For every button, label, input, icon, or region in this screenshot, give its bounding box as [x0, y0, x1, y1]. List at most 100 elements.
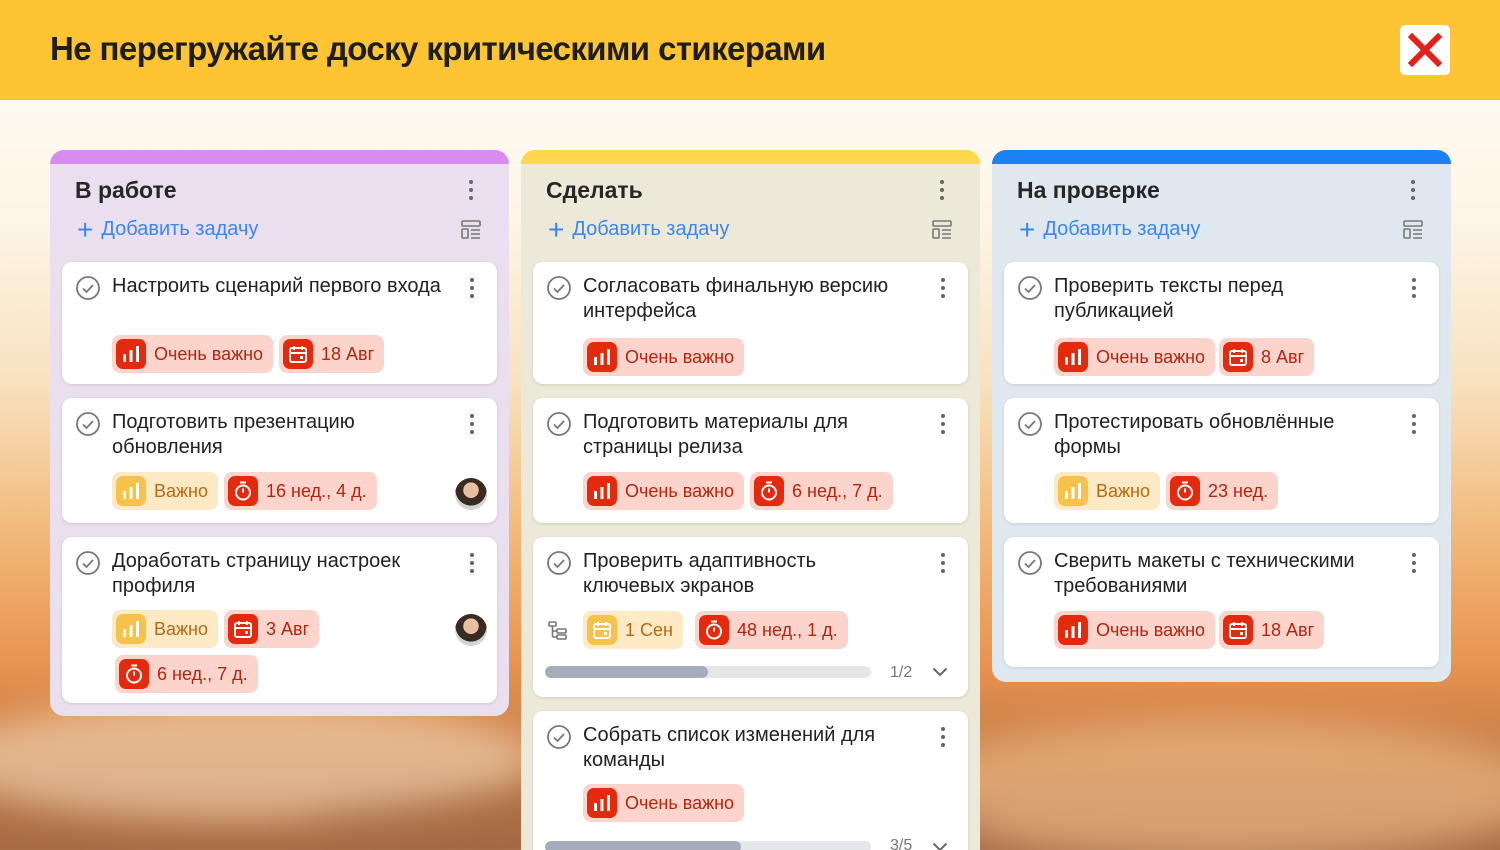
check-circle-icon[interactable]: [546, 724, 572, 750]
priority-bars-icon: [1058, 615, 1088, 645]
subtasks-icon[interactable]: [548, 621, 568, 641]
priority-bars-icon: [587, 788, 617, 818]
plus-icon: +: [1019, 213, 1036, 245]
card-more-icon[interactable]: [467, 414, 477, 436]
check-circle-icon[interactable]: [546, 275, 572, 301]
card-more-icon[interactable]: [938, 553, 948, 575]
add-task-button[interactable]: + Добавить задачу: [1019, 213, 1200, 245]
task-title: Подготовить материалы для страницы релиз…: [583, 411, 848, 458]
date-tag[interactable]: 8 Авг: [1219, 338, 1315, 376]
priority-tag[interactable]: Важно: [112, 472, 219, 510]
card-more-icon[interactable]: [938, 414, 948, 436]
calendar-icon: [1223, 342, 1253, 372]
task-card[interactable]: Проверить тексты перед публикацией Очень…: [1004, 262, 1439, 384]
priority-tag[interactable]: Очень важно: [583, 338, 745, 376]
view-settings-icon[interactable]: [1403, 220, 1423, 240]
priority-tag[interactable]: Важно: [112, 610, 219, 648]
column-title: На проверке: [1017, 177, 1160, 203]
priority-tag[interactable]: Важно: [1054, 472, 1161, 510]
priority-bars-icon: [116, 614, 146, 644]
column-accent-bar: [50, 150, 509, 164]
column-more-icon[interactable]: [466, 180, 476, 202]
task-card[interactable]: Собрать список изменений для команды Оче…: [533, 711, 968, 850]
check-circle-icon[interactable]: [1017, 275, 1043, 301]
timer-tag[interactable]: 23 нед.: [1166, 472, 1279, 510]
check-circle-icon[interactable]: [1017, 550, 1043, 576]
subtask-progress-fill: [545, 666, 708, 678]
stopwatch-icon: [119, 659, 149, 689]
close-button[interactable]: [1400, 25, 1450, 75]
check-circle-icon[interactable]: [75, 550, 101, 576]
stopwatch-icon: [699, 615, 729, 645]
priority-bars-icon: [587, 476, 617, 506]
task-card[interactable]: Сверить макеты с техническими требования…: [1004, 537, 1439, 667]
stopwatch-icon: [1170, 476, 1200, 506]
subtask-progress-bar: [545, 841, 871, 850]
calendar-icon: [587, 615, 617, 645]
timer-tag[interactable]: 6 нед., 7 д.: [750, 472, 893, 510]
stopwatch-icon: [754, 476, 784, 506]
column-title: В работе: [75, 177, 177, 203]
column-more-icon[interactable]: [937, 180, 947, 202]
calendar-icon: [283, 339, 313, 369]
card-more-icon[interactable]: [1409, 278, 1419, 300]
task-title: Подготовить презентацию обновления: [112, 411, 355, 458]
card-more-icon[interactable]: [1409, 414, 1419, 436]
timer-tag[interactable]: 6 нед., 7 д.: [115, 655, 258, 693]
task-title: Проверить тексты перед публикацией: [1054, 275, 1284, 322]
priority-bars-icon: [1058, 342, 1088, 372]
task-card[interactable]: Доработать страницу настроек профиля Важ…: [62, 537, 497, 703]
task-title: Настроить сценарий первого входа: [112, 275, 441, 297]
column-accent-bar: [521, 150, 980, 164]
column-accent-bar: [992, 150, 1451, 164]
priority-tag[interactable]: Очень важно: [112, 335, 274, 373]
chevron-down-icon[interactable]: [932, 842, 948, 850]
priority-tag[interactable]: Очень важно: [1054, 338, 1216, 376]
assignee-avatar[interactable]: [455, 614, 487, 646]
task-card[interactable]: Согласовать финальную версию интерфейса …: [533, 262, 968, 384]
column-todo: Сделать + Добавить задачу Согласовать фин…: [521, 150, 980, 850]
card-more-icon[interactable]: [1409, 553, 1419, 575]
header-bar: Не перегружайте доску критическими стике…: [0, 0, 1500, 100]
task-card[interactable]: Подготовить презентацию обновления Важно…: [62, 398, 497, 523]
timer-tag[interactable]: 48 нед., 1 д.: [695, 611, 848, 649]
timer-tag[interactable]: 16 нед., 4 д.: [224, 472, 377, 510]
card-more-icon[interactable]: [467, 553, 477, 575]
task-card[interactable]: Протестировать обновлённые формы Важно 2…: [1004, 398, 1439, 523]
view-settings-icon[interactable]: [932, 220, 952, 240]
page-title: Не перегружайте доску критическими стике…: [50, 30, 826, 67]
add-task-button[interactable]: + Добавить задачу: [548, 215, 729, 243]
subtask-progress-bar: [545, 666, 871, 678]
check-circle-icon[interactable]: [546, 550, 572, 576]
task-title: Протестировать обновлённые формы: [1054, 411, 1335, 458]
priority-tag[interactable]: Очень важно: [1054, 611, 1216, 649]
chevron-down-icon[interactable]: [932, 667, 948, 677]
calendar-icon: [1223, 615, 1253, 645]
date-tag[interactable]: 1 Сен: [583, 611, 683, 649]
date-tag[interactable]: 18 Авг: [279, 335, 385, 373]
card-more-icon[interactable]: [938, 727, 948, 749]
subtask-counter: 3/5: [890, 837, 913, 850]
priority-tag[interactable]: Очень важно: [583, 784, 745, 822]
subtask-counter: 1/2: [890, 664, 913, 681]
task-card[interactable]: Проверить адаптивность ключевых экранов …: [533, 537, 968, 697]
view-settings-icon[interactable]: [461, 220, 481, 240]
date-tag[interactable]: 3 Авг: [224, 610, 320, 648]
card-more-icon[interactable]: [938, 278, 948, 300]
date-tag[interactable]: 18 Авг: [1219, 611, 1325, 649]
calendar-icon: [228, 614, 258, 644]
check-circle-icon[interactable]: [546, 411, 572, 437]
check-circle-icon[interactable]: [75, 275, 101, 301]
task-card[interactable]: Настроить сценарий первого входа Очень в…: [62, 262, 497, 384]
check-circle-icon[interactable]: [1017, 411, 1043, 437]
priority-tag[interactable]: Очень важно: [583, 472, 745, 510]
assignee-avatar[interactable]: [455, 478, 487, 510]
column-more-icon[interactable]: [1408, 180, 1418, 202]
task-card[interactable]: Подготовить материалы для страницы релиз…: [533, 398, 968, 523]
column-title: Сделать: [546, 177, 643, 203]
task-title: Согласовать финальную версию интерфейса: [583, 275, 889, 322]
check-circle-icon[interactable]: [75, 411, 101, 437]
add-task-button[interactable]: + Добавить задачу: [77, 215, 258, 243]
column-review: На проверке + Добавить задачу Проверить т…: [992, 150, 1451, 682]
card-more-icon[interactable]: [467, 278, 477, 300]
